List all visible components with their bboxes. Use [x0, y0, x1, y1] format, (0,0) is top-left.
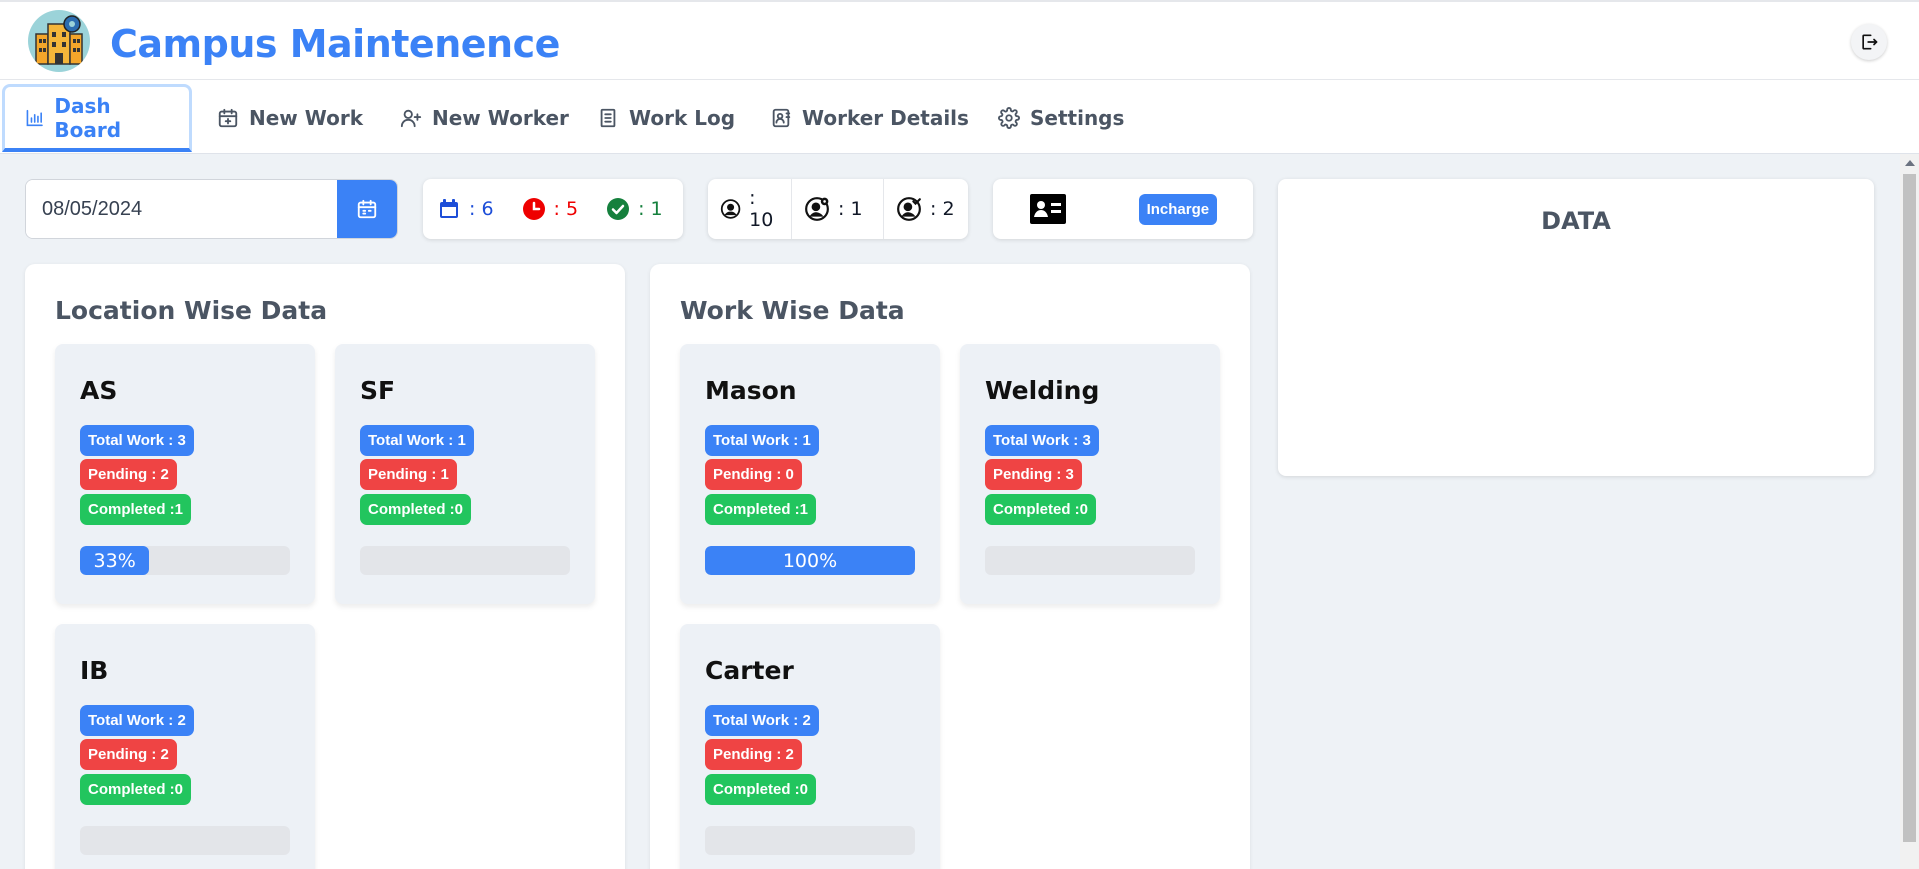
busy-workers-stat: : 1 [792, 179, 884, 239]
campus-building-logo-icon [28, 10, 90, 72]
completed-badge: Completed :0 [80, 774, 192, 805]
card-title: Mason [705, 376, 797, 405]
scroll-thumb[interactable] [1903, 174, 1916, 842]
tab-new-worker[interactable]: New Worker [380, 84, 589, 152]
available-workers-stat: : 2 [884, 179, 968, 239]
id-card-icon[interactable] [1029, 193, 1067, 225]
pending-work-count: : 5 [553, 198, 579, 220]
total-work-badge: Total Work : 1 [705, 425, 819, 456]
completed-badge: Completed :0 [985, 494, 1097, 525]
user-circle-icon [720, 199, 741, 219]
total-work-stat: : 6 [437, 197, 494, 221]
available-workers-count: : 2 [930, 198, 955, 220]
work-wise-panel: Work Wise Data Mason Total Work : 1 Pend… [650, 264, 1250, 869]
completed-badge: Completed :0 [705, 774, 817, 805]
progress-bar [705, 826, 915, 855]
user-gear-icon [805, 197, 829, 221]
logout-icon [1862, 34, 1878, 50]
total-work-badge: Total Work : 2 [705, 705, 819, 736]
pending-badge: Pending : 2 [80, 739, 177, 770]
pending-badge: Pending : 2 [705, 739, 802, 770]
calendar-icon [357, 199, 377, 219]
bar-chart-icon [26, 109, 43, 126]
total-work-badge: Total Work : 3 [985, 425, 1099, 456]
location-card[interactable]: AS Total Work : 3 Pending : 2 Completed … [55, 344, 315, 604]
tab-new-work[interactable]: New Work [197, 84, 383, 152]
incharge-button[interactable]: Incharge [1138, 193, 1218, 225]
incharge-card: Incharge [993, 179, 1253, 239]
scroll-up-arrow-icon[interactable] [1905, 160, 1915, 166]
completed-badge: Completed :1 [80, 494, 192, 525]
main-nav: Dash Board New Work New Worker Work Log … [0, 80, 1919, 154]
card-title: Welding [985, 376, 1100, 405]
pending-badge: Pending : 3 [985, 459, 1082, 490]
work-card[interactable]: Welding Total Work : 3 Pending : 3 Compl… [960, 344, 1220, 604]
user-plus-icon [400, 109, 422, 128]
location-card[interactable]: IB Total Work : 2 Pending : 2 Completed … [55, 624, 315, 869]
work-stats-card: : 6 : 5 : 1 [423, 179, 683, 239]
work-card[interactable]: Mason Total Work : 1 Pending : 0 Complet… [680, 344, 940, 604]
panel-title: Location Wise Data [55, 296, 328, 325]
pending-work-stat: : 5 [522, 197, 579, 221]
pending-badge: Pending : 1 [360, 459, 457, 490]
tab-worker-details[interactable]: Worker Details [750, 84, 989, 152]
total-work-badge: Total Work : 2 [80, 705, 194, 736]
check-circle-icon [607, 198, 630, 220]
completed-work-count: : 1 [638, 198, 663, 220]
contact-card-icon [772, 108, 791, 128]
tab-work-log[interactable]: Work Log [577, 84, 755, 152]
location-wise-panel: Location Wise Data AS Total Work : 3 Pen… [25, 264, 625, 869]
total-work-badge: Total Work : 3 [80, 425, 194, 456]
calendar-button[interactable] [337, 180, 397, 238]
worker-stats-card: : 10 : 1 : 2 [708, 179, 968, 239]
all-workers-count: : 10 [749, 187, 774, 231]
progress-fill: 100% [705, 546, 915, 575]
all-workers-stat: : 10 [708, 179, 792, 239]
data-panel: DATA [1278, 179, 1874, 476]
app-header: Campus Maintenence [0, 0, 1919, 80]
document-icon [600, 108, 616, 128]
date-picker [25, 179, 398, 239]
tab-label: New Worker [432, 106, 569, 130]
progress-bar [360, 546, 570, 575]
tab-label: Work Log [629, 106, 736, 130]
location-card[interactable]: SF Total Work : 1 Pending : 1 Completed … [335, 344, 595, 604]
clock-icon [522, 198, 545, 220]
progress-fill: 33% [80, 546, 150, 575]
calendar-plus-icon [218, 108, 238, 128]
completed-work-stat: : 1 [606, 197, 663, 221]
completed-badge: Completed :1 [705, 494, 817, 525]
data-panel-title: DATA [1541, 207, 1611, 235]
tab-label: Settings [1030, 106, 1125, 130]
progress-bar [985, 546, 1195, 575]
total-work-badge: Total Work : 1 [360, 425, 474, 456]
tab-label: Worker Details [802, 106, 969, 130]
panel-title: Work Wise Data [680, 296, 905, 325]
date-input[interactable] [26, 180, 339, 238]
progress-bar [80, 826, 290, 855]
work-card[interactable]: Carter Total Work : 2 Pending : 2 Comple… [680, 624, 940, 869]
card-title: SF [360, 376, 396, 405]
pending-badge: Pending : 2 [80, 459, 177, 490]
progress-bar: 100% [705, 546, 915, 575]
completed-badge: Completed :0 [360, 494, 472, 525]
card-title: IB [80, 656, 109, 685]
tab-label: New Work [249, 106, 363, 130]
page-scrollbar[interactable] [1900, 154, 1919, 869]
pending-badge: Pending : 0 [705, 459, 802, 490]
user-check-icon [897, 197, 921, 221]
calendar-icon [440, 199, 458, 218]
progress-bar: 33% [80, 546, 290, 575]
app-title: Campus Maintenence [110, 22, 560, 66]
card-title: Carter [705, 656, 794, 685]
tab-label: Dash Board [54, 93, 122, 142]
tab-settings[interactable]: Settings [978, 84, 1144, 152]
gear-icon [998, 107, 1020, 129]
busy-workers-count: : 1 [838, 198, 863, 220]
card-title: AS [80, 376, 118, 405]
total-work-count: : 6 [469, 198, 494, 220]
logout-button[interactable] [1851, 24, 1887, 60]
tab-dashboard[interactable]: Dash Board [2, 84, 192, 152]
